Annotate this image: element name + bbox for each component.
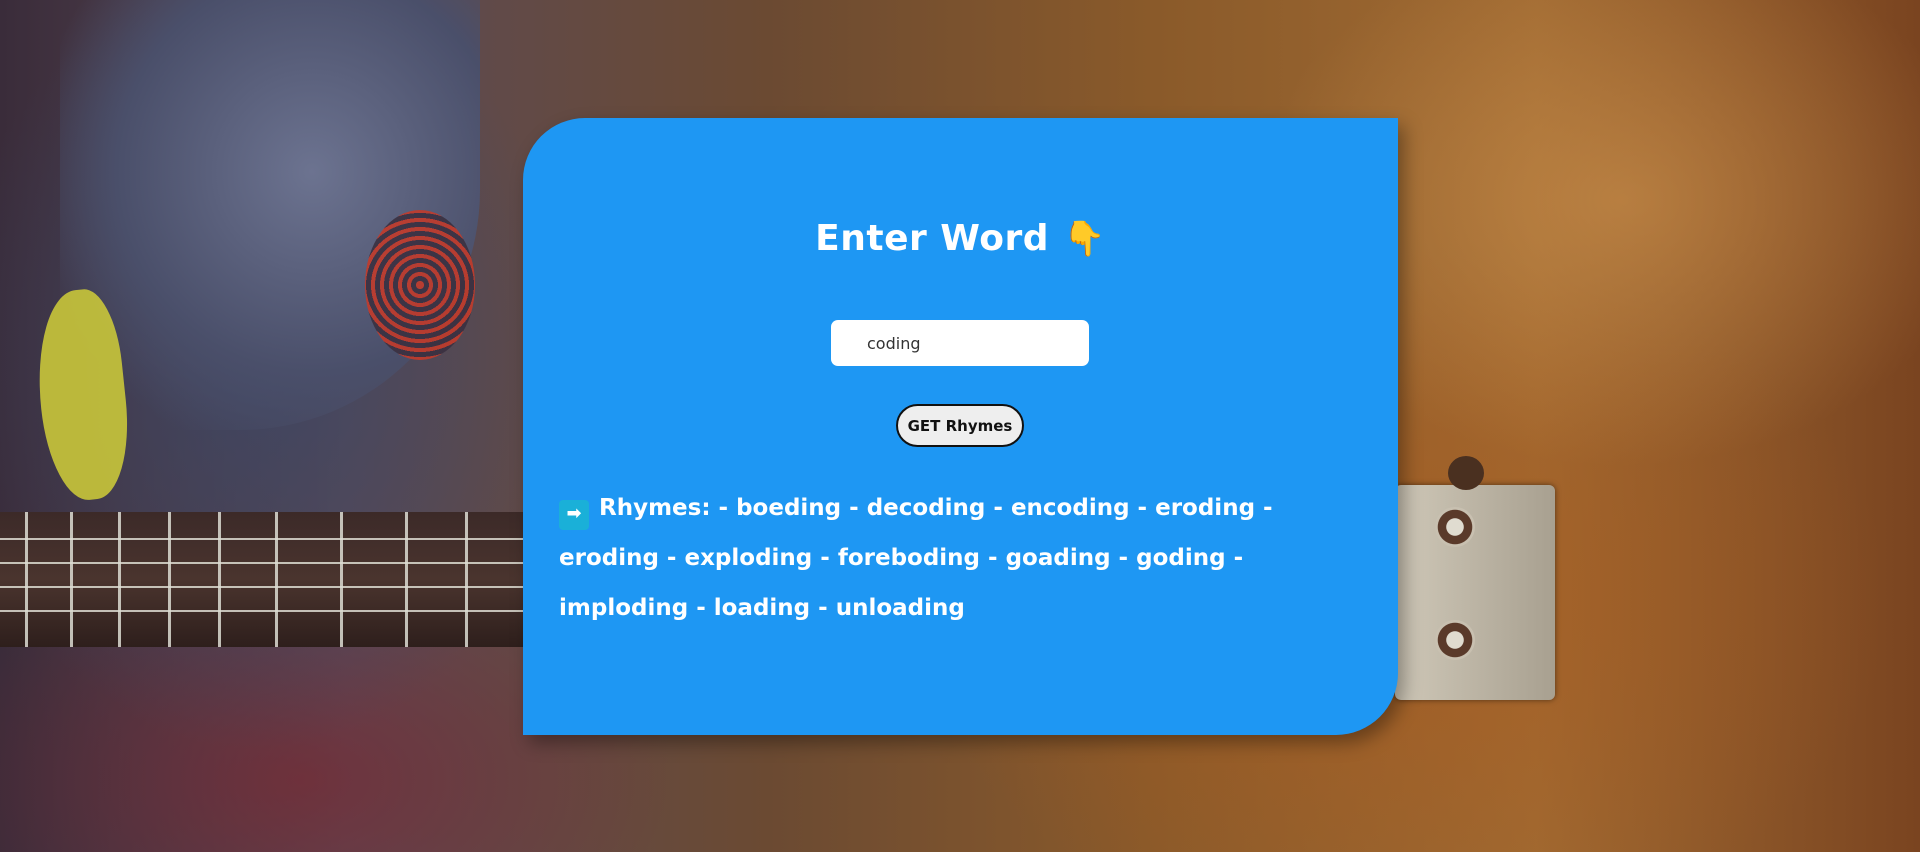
background-guitar-headstock bbox=[1395, 485, 1555, 700]
background-guitar-fret bbox=[405, 512, 408, 647]
background-guitar-fret bbox=[218, 512, 221, 647]
rhymes-text: Rhymes: - boeding - decoding - encoding … bbox=[559, 495, 1273, 621]
background-headphone bbox=[365, 210, 475, 360]
page-title: Enter Word 👇 bbox=[523, 218, 1398, 259]
background-tuning-peg bbox=[1435, 620, 1475, 660]
background-guitar-fret bbox=[70, 512, 73, 647]
background-guitar-fret bbox=[168, 512, 171, 647]
rhymes-result: ➡ Rhymes: - boeding - decoding - encoding… bbox=[559, 483, 1359, 633]
background-guitar-string bbox=[0, 610, 530, 612]
page: Enter Word 👇 GET Rhymes ➡Rhymes: - boedin… bbox=[0, 0, 1920, 852]
background-guitar-fret bbox=[340, 512, 343, 647]
background-guitar-fret bbox=[118, 512, 121, 647]
word-input[interactable] bbox=[831, 320, 1089, 366]
background-tuning-knob bbox=[1448, 456, 1484, 490]
rhyme-card: Enter Word 👇 GET Rhymes ➡Rhymes: - boedin… bbox=[523, 118, 1398, 735]
background-guitar-string bbox=[0, 538, 530, 540]
background-guitar-string bbox=[0, 562, 530, 564]
background-tuning-peg bbox=[1435, 507, 1475, 547]
pointing-down-hand-icon: 👇 bbox=[1062, 219, 1106, 259]
background-guitar-fret bbox=[25, 512, 28, 647]
right-arrow-icon: ➡ bbox=[559, 500, 589, 530]
background-guitar-string bbox=[0, 586, 530, 588]
background-guitar-neck bbox=[0, 512, 530, 647]
background-guitar-fret bbox=[275, 512, 278, 647]
title-text: Enter Word bbox=[815, 218, 1049, 259]
get-rhymes-button[interactable]: GET Rhymes bbox=[896, 404, 1024, 447]
background-guitar-fret bbox=[465, 512, 468, 647]
